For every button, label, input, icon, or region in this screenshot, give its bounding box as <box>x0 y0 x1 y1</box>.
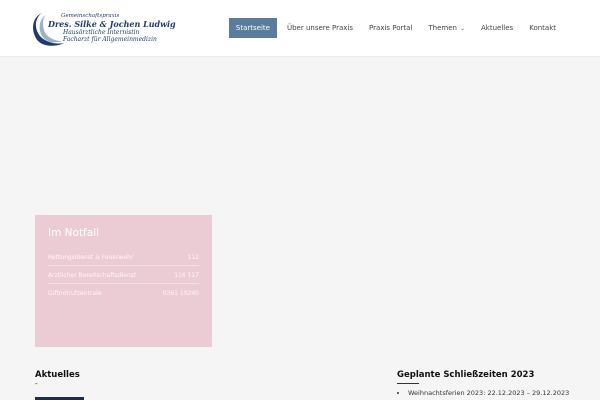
logo-line-3: Hausärztliche Internistin <box>63 29 140 36</box>
emergency-row-label: Rettungsdienst & Feuerwehr <box>48 254 134 261</box>
practice-logo[interactable]: Gemeinschaftspraxis Dres. Silke & Jochen… <box>30 11 176 47</box>
logo-line-2: Dres. Silke & Jochen Ludwig <box>48 19 176 29</box>
schliesszeiten-list: Weihnachtsferien 2023: 22.12.2023 – 29.1… <box>408 389 569 397</box>
nav-item-ueber-unsere-praxis[interactable]: Über unsere Praxis <box>279 18 361 38</box>
emergency-box: Im Notfall Rettungsdienst & Feuerwehr 11… <box>35 215 212 347</box>
nav-item-praxis-portal[interactable]: Praxis Portal <box>361 18 420 38</box>
heading-underline <box>397 383 419 384</box>
emergency-divider <box>48 265 199 266</box>
site-header: Gemeinschaftspraxis Dres. Silke & Jochen… <box>0 0 600 57</box>
logo-swoosh-icon <box>33 13 64 46</box>
nav-item-startseite[interactable]: Startseite <box>228 18 277 38</box>
emergency-row-label: Giftnotrufzentrale <box>48 290 102 297</box>
emergency-divider <box>48 283 199 284</box>
emergency-row-number[interactable]: 112 <box>188 254 199 261</box>
aktuelles-heading: Aktuelles <box>35 370 80 380</box>
aktuelles-dash: - <box>35 380 38 388</box>
nav-item-themen-label: Themen <box>428 24 457 32</box>
schliesszeiten-heading: Geplante Schließzeiten 2023 <box>397 370 535 380</box>
logo-line-4: Facharzt für Allgemeinmedizin <box>63 36 157 43</box>
chevron-down-icon: ⌄ <box>459 24 466 32</box>
emergency-row-number[interactable]: 116 117 <box>174 272 199 279</box>
nav-item-aktuelles[interactable]: Aktuelles <box>473 18 521 38</box>
list-item: Weihnachtsferien 2023: 22.12.2023 – 29.1… <box>408 389 569 397</box>
emergency-row-label: Ärztlicher Bereitschaftsdienst <box>48 272 137 279</box>
emergency-row-number[interactable]: 0361 19240 <box>163 290 199 297</box>
emergency-title: Im Notfall <box>48 227 100 239</box>
nav-item-themen[interactable]: Themen ⌄ <box>420 18 473 38</box>
main-navigation: Startseite Über unsere Praxis Praxis Por… <box>228 18 564 38</box>
nav-item-kontakt[interactable]: Kontakt <box>521 18 564 38</box>
